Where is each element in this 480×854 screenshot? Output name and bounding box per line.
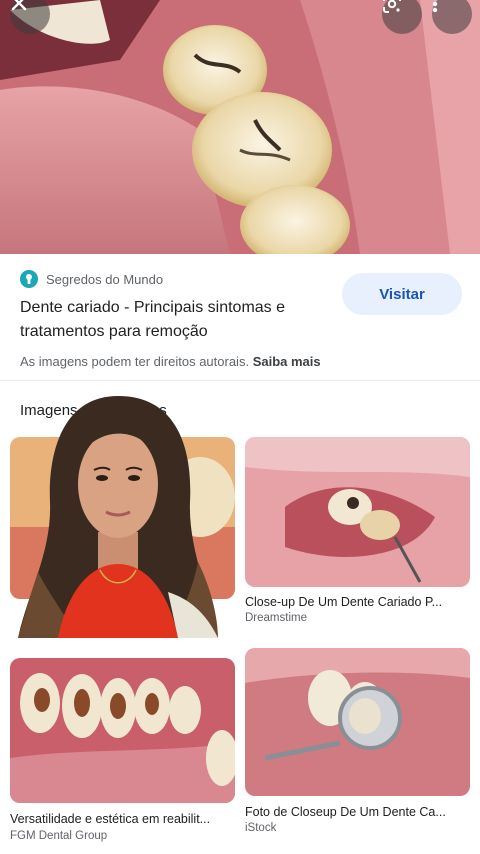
source-name: Segredos do Mundo xyxy=(46,271,164,287)
related-image-2 xyxy=(245,437,470,587)
more-vert-icon xyxy=(432,0,438,13)
tooth-photo xyxy=(0,0,480,254)
copyright-text: As imagens podem ter direitos autorais. xyxy=(20,354,250,369)
related-image-3 xyxy=(10,658,235,803)
google-lens-icon xyxy=(383,0,401,13)
related-caption-2[interactable]: Close-up De Um Dente Cariado P... xyxy=(245,595,470,609)
divider xyxy=(0,380,480,381)
learn-more-link[interactable]: Saiba mais xyxy=(253,354,321,369)
webcam-overlay xyxy=(18,392,218,638)
related-source-2: Dreamstime xyxy=(245,612,307,624)
related-image-card-3[interactable] xyxy=(10,658,235,803)
close-icon xyxy=(11,0,27,11)
related-source-4: iStock xyxy=(245,822,277,834)
related-caption-3[interactable]: Versatilidade e estética em reabilit... xyxy=(10,812,235,826)
visit-button[interactable]: Visitar xyxy=(342,273,462,315)
related-source-3: FGM Dental Group xyxy=(10,830,108,842)
copyright-notice: As imagens podem ter direitos autorais. … xyxy=(20,354,321,369)
related-image-card-4[interactable] xyxy=(245,648,470,796)
main-image[interactable] xyxy=(0,0,480,254)
source-row[interactable]: Segredos do Mundo xyxy=(20,270,163,288)
related-image-card-2[interactable] xyxy=(245,437,470,587)
result-title[interactable]: Dente cariado - Principais sintomas e tr… xyxy=(20,296,320,344)
related-caption-4[interactable]: Foto de Closeup De Um Dente Ca... xyxy=(245,805,470,819)
person-video xyxy=(18,396,218,638)
site-favicon-icon xyxy=(20,270,38,288)
related-image-4 xyxy=(245,648,470,796)
